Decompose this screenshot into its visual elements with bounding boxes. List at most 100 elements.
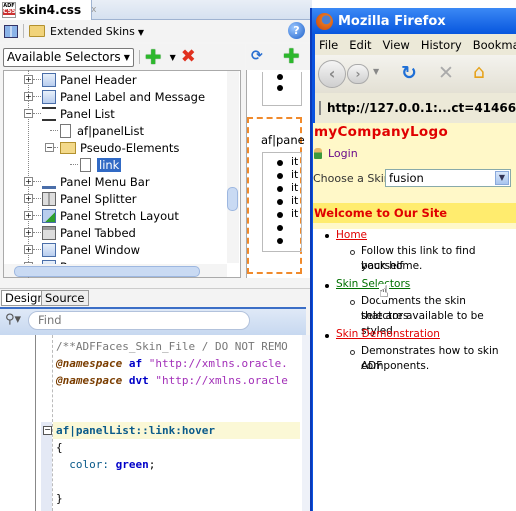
- expand-icon[interactable]: +: [24, 194, 33, 203]
- back-icon[interactable]: ‹: [318, 60, 346, 88]
- list-icon: [42, 106, 56, 121]
- home-description-cont: back home.: [361, 260, 423, 272]
- login-label: Login: [328, 147, 358, 160]
- chevron-down-icon: ▼: [123, 52, 130, 62]
- collapse-icon[interactable]: −: [45, 143, 54, 152]
- menu-view[interactable]: View: [379, 38, 417, 52]
- tree-item-panel-list[interactable]: − Panel List: [24, 105, 115, 122]
- tree-item-af-panellist[interactable]: af|panelList: [50, 122, 144, 139]
- splitter-icon: [42, 191, 56, 206]
- tree-item-label: Panel Header: [60, 72, 137, 87]
- skin-select[interactable]: fusion ▼: [385, 169, 511, 187]
- expand-icon[interactable]: +: [24, 92, 33, 101]
- forward-icon[interactable]: ›: [347, 64, 369, 84]
- tree-item-panel-tabbed[interactable]: + Panel Tabbed: [24, 224, 136, 241]
- tree-item-panel-stretch-layout[interactable]: + Panel Stretch Layout: [24, 207, 179, 224]
- adf-css-file-icon: ADF CSS: [2, 2, 16, 18]
- chevron-down-icon: ▼: [137, 27, 145, 37]
- add-icon[interactable]: ✚: [145, 47, 162, 67]
- menu-edit[interactable]: Edit: [345, 38, 378, 52]
- tree-horizontal-scroll-thumb[interactable]: [14, 266, 200, 277]
- user-icon: [314, 148, 322, 159]
- tree-item-label: Panel Window: [60, 242, 141, 257]
- preview-item: it: [291, 207, 299, 220]
- tree-item-pseudo-elements[interactable]: − Pseudo-Elements: [45, 139, 179, 156]
- home-icon[interactable]: ⌂: [473, 61, 485, 83]
- editor-tab-skin4-css[interactable]: ADF CSS skin4.css x: [0, 0, 96, 20]
- tree-vertical-scrollbar[interactable]: [227, 71, 239, 263]
- skin-demonstration-link[interactable]: Skin Demonstration: [336, 327, 440, 342]
- expand-icon[interactable]: +: [24, 245, 33, 254]
- available-selectors-dropdown[interactable]: Available Selectors ▼: [3, 47, 134, 67]
- preview-item: it: [291, 168, 299, 181]
- panel-header-icon: [42, 72, 56, 87]
- address-bar[interactable]: http://127.0.0.1:...ct=4146607: [315, 93, 516, 123]
- document-icon: [80, 157, 91, 172]
- preview-item: it: [291, 194, 299, 207]
- tree-item-label: Panel Menu Bar: [60, 174, 150, 189]
- firefox-logo-icon: [316, 12, 333, 30]
- chevron-down-icon[interactable]: ▼: [170, 53, 176, 62]
- page-icon: [319, 101, 321, 115]
- reload-icon[interactable]: ↻: [401, 62, 417, 84]
- tree-item-label: Pseudo-Elements: [80, 140, 180, 155]
- toolbar-separator: [138, 50, 140, 64]
- window-icon: [42, 242, 56, 257]
- menu-bar-icon: [42, 174, 56, 189]
- delete-icon[interactable]: ✖: [181, 48, 196, 66]
- expand-icon[interactable]: +: [24, 228, 33, 237]
- extended-skins-label: Extended Skins: [50, 24, 135, 38]
- skin-editor-toolbar: Extended Skins ▼: [0, 20, 312, 42]
- document-icon: [60, 123, 71, 138]
- tree-item-link[interactable]: link: [70, 156, 122, 173]
- folder-open-icon: [60, 141, 76, 154]
- tree-item-label: Panel Tabbed: [60, 225, 136, 240]
- view-tabs: Design Source: [0, 288, 312, 306]
- extended-skins-dropdown[interactable]: Extended Skins ▼: [50, 25, 144, 38]
- firefox-title-bar[interactable]: Mozilla Firefox: [312, 8, 516, 34]
- find-input[interactable]: Find: [28, 311, 250, 330]
- menu-file[interactable]: File: [315, 38, 345, 52]
- search-icon[interactable]: ⚲▾: [5, 312, 21, 327]
- tree-item-panel-splitter[interactable]: + Panel Splitter: [24, 190, 137, 207]
- login-link[interactable]: Login: [314, 147, 358, 160]
- preview-toolbar: ⟳ ✚: [246, 44, 312, 70]
- split-panes-icon[interactable]: [4, 24, 18, 38]
- menu-bookmarks[interactable]: Bookmar: [469, 38, 516, 52]
- stretch-layout-icon: [42, 208, 56, 223]
- tree-vertical-scroll-thumb[interactable]: [227, 187, 238, 211]
- editor-vertical-scrollbar[interactable]: [302, 335, 310, 511]
- tree-item-label: Panel Stretch Layout: [60, 208, 179, 223]
- welcome-heading: Welcome to Our Site: [313, 203, 516, 223]
- url-text: http://127.0.0.1:...ct=4146607: [327, 101, 516, 115]
- tree-item-panel-header[interactable]: + Panel Header: [24, 71, 137, 88]
- available-selectors-label: Available Selectors: [7, 50, 121, 64]
- chevron-down-icon: ▼: [495, 171, 509, 185]
- home-link[interactable]: Home: [336, 228, 367, 243]
- selectors-toolbar: Available Selectors ▼ ✚ ▼ ✖: [0, 44, 245, 70]
- stop-icon[interactable]: ✕: [438, 62, 454, 84]
- preview-component-label: af|pane: [261, 133, 305, 147]
- code-line-property: color: green;: [69, 458, 156, 471]
- add-icon[interactable]: ✚: [283, 46, 300, 66]
- expand-icon[interactable]: +: [24, 211, 33, 220]
- collapse-icon[interactable]: −: [43, 426, 52, 435]
- tab-source[interactable]: Source: [41, 290, 89, 306]
- close-tab-icon[interactable]: x: [91, 5, 96, 15]
- tree-item-panel-window[interactable]: + Panel Window: [24, 241, 140, 258]
- skin-selectors-link[interactable]: Skin Selectors: [336, 277, 410, 292]
- company-logo: myCompanyLogo: [314, 124, 449, 140]
- tree-item-label: Panel Label and Message: [60, 89, 206, 104]
- folder-icon: [29, 25, 45, 37]
- tree-item-panel-label-and-message[interactable]: + Panel Label and Message: [24, 88, 205, 105]
- expand-icon[interactable]: +: [24, 75, 33, 84]
- help-icon[interactable]: ?: [288, 22, 305, 39]
- menu-history[interactable]: History: [417, 38, 469, 52]
- expand-icon[interactable]: +: [24, 177, 33, 186]
- history-dropdown-icon[interactable]: ▼: [373, 67, 379, 76]
- collapse-icon[interactable]: −: [24, 109, 33, 118]
- refresh-icon[interactable]: ⟳: [251, 48, 263, 64]
- tree-item-panel-menu-bar[interactable]: + Panel Menu Bar: [24, 173, 150, 190]
- tree-item-label: Panel List: [60, 106, 115, 121]
- fold-gutter: [41, 422, 52, 511]
